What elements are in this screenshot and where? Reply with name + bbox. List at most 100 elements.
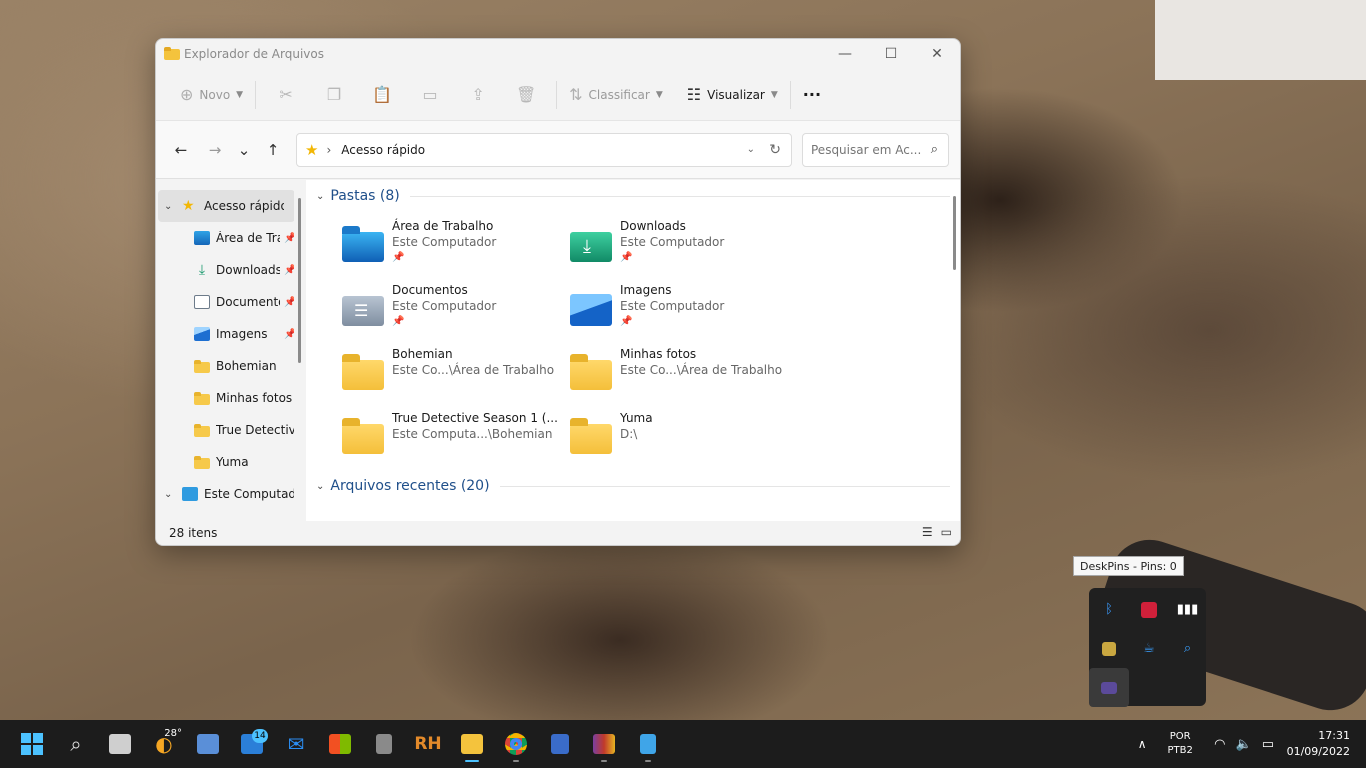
cut-button[interactable]: ✂ (262, 79, 310, 111)
taskbar-app-notepad[interactable] (626, 724, 670, 764)
widgets-button[interactable]: ◐ 28° (142, 724, 186, 764)
folder-tile[interactable]: Documentos Este Computador 📌 (342, 276, 570, 340)
paste-button[interactable]: 📋 (358, 79, 406, 111)
amd-radeon-icon[interactable] (1129, 590, 1169, 629)
quick-settings-button[interactable]: ◠ 🔈 ▭ (1204, 737, 1284, 752)
address-bar[interactable]: ★ › Acesso rápido ⌄ ↻ (296, 132, 792, 167)
search-box[interactable]: ⌕ (802, 132, 949, 167)
chevron-down-icon[interactable]: ⌄ (164, 201, 182, 212)
downloads-folder-icon (570, 226, 612, 262)
chevron-down-icon[interactable]: ⌄ (164, 489, 182, 500)
back-button[interactable]: ← (164, 135, 198, 165)
folder-location: Este Computador (392, 235, 497, 249)
address-dropdown-icon[interactable]: ⌄ (747, 144, 755, 155)
trash-icon: 🗑 (515, 85, 537, 104)
chevron-down-icon[interactable]: ⌄ (316, 191, 324, 202)
content-scrollbar[interactable] (952, 188, 958, 488)
maximize-button[interactable]: ☐ (868, 39, 914, 69)
notification-badge: 14 (252, 729, 268, 743)
task-view-button[interactable] (98, 724, 142, 764)
sidebar-item-label: Acesso rápido (204, 199, 284, 213)
rename-button[interactable]: ▭ (406, 79, 454, 111)
content-area: ⌄ ★ Acesso rápido Área de Trab 📌 ⤓ Downl… (156, 180, 960, 521)
new-button[interactable]: ⊕ Novo ▼ (174, 79, 249, 111)
recent-files-section-header[interactable]: ⌄ Arquivos recentes (20) (316, 470, 960, 502)
taskbar-app-mail[interactable]: ✉ (274, 724, 318, 764)
forward-button[interactable]: → (198, 135, 232, 165)
search-input[interactable] (811, 142, 921, 157)
close-button[interactable]: ✕ (914, 39, 960, 69)
refresh-icon[interactable]: ↻ (769, 142, 781, 158)
folder-icon (342, 418, 384, 454)
search-icon[interactable]: ⌕ (931, 142, 938, 157)
address-text: Acesso rápido (341, 142, 426, 157)
view-button[interactable]: ☷ Visualizar ▼ (681, 79, 784, 111)
taskbar-app-file-explorer[interactable] (450, 724, 494, 764)
audio-meter-icon[interactable]: ▮▮▮ (1169, 590, 1206, 629)
running-indicator (465, 760, 479, 762)
search-button[interactable]: ⌕ (54, 724, 98, 764)
folder-tile[interactable]: Área de Trabalho Este Computador 📌 (342, 212, 570, 276)
taskbar-app-activity[interactable] (186, 724, 230, 764)
taskbar-app-calculator[interactable] (362, 724, 406, 764)
sidebar-item-minhas-fotos[interactable]: Minhas fotos (156, 382, 306, 414)
folder-icon (194, 391, 210, 405)
sidebar-scrollbar[interactable] (294, 180, 306, 521)
folder-tile[interactable]: Imagens Este Computador 📌 (570, 276, 798, 340)
delete-button[interactable]: 🗑 (502, 79, 550, 111)
search-tray-icon[interactable]: ⌕ (1169, 629, 1206, 668)
sort-button[interactable]: ⇅ Classificar ▼ (563, 79, 669, 111)
taskbar-app-mail-badge[interactable]: 14 (230, 724, 274, 764)
folder-tile[interactable]: Yuma D:\ (570, 404, 798, 468)
sidebar-item-label: Documento (216, 295, 280, 309)
sidebar-item-this-pc[interactable]: ⌄ Este Computado (156, 478, 306, 510)
deskpins-icon[interactable] (1089, 668, 1129, 707)
folder-tile[interactable]: True Detective Season 1 (... Este Comput… (342, 404, 570, 468)
view-toggle-group: ☰ ▭ (922, 525, 952, 539)
minimize-button[interactable]: — (822, 39, 868, 69)
tiles-view-icon[interactable]: ▭ (941, 525, 952, 539)
bluetooth-icon[interactable]: ᛒ (1089, 590, 1129, 629)
taskbar-app-chrome[interactable] (494, 724, 538, 764)
show-hidden-icons-button[interactable]: ∧ (1128, 737, 1156, 751)
taskbar-app-rh[interactable]: RH (406, 724, 450, 764)
computer-icon (182, 487, 198, 501)
folder-tile[interactable]: Downloads Este Computador 📌 (570, 212, 798, 276)
recent-locations-button[interactable]: ⌄ (232, 135, 256, 165)
folders-section-header[interactable]: ⌄ Pastas (8) (316, 180, 960, 212)
recent-header-label: Arquivos recentes (20) (330, 478, 490, 494)
wifi-icon: ◠ (1214, 736, 1226, 752)
taskbar-app-store[interactable] (318, 724, 362, 764)
cup-tray-icon[interactable]: ☕ (1129, 629, 1169, 668)
clock[interactable]: 17:31 01/09/2022 (1284, 728, 1366, 760)
more-options-button[interactable]: ··· (797, 79, 827, 111)
folder-name: Documentos (392, 283, 468, 297)
sidebar-item-quick-access[interactable]: ⌄ ★ Acesso rápido (158, 190, 295, 222)
details-view-icon[interactable]: ☰ (922, 525, 933, 539)
windows-logo-icon (21, 733, 43, 755)
sidebar-item-true-detective[interactable]: True Detective S (156, 414, 306, 446)
start-button[interactable] (10, 724, 54, 764)
sidebar-item-desktop[interactable]: Área de Trab 📌 (156, 222, 306, 254)
folder-tile[interactable]: Minhas fotos Este Co...\Área de Trabalho (570, 340, 798, 404)
taskbar-app-winrar[interactable] (582, 724, 626, 764)
copy-button[interactable]: ❐ (310, 79, 358, 111)
mail-icon: ✉ (287, 732, 305, 756)
pictures-icon (194, 327, 210, 341)
taskbar-app-editor[interactable] (538, 724, 582, 764)
folder-location: Este Computador (620, 235, 725, 249)
sidebar-item-pictures[interactable]: Imagens 📌 (156, 318, 306, 350)
share-button[interactable]: ⇪ (454, 79, 502, 111)
sidebar-item-documents[interactable]: Documento 📌 (156, 286, 306, 318)
up-button[interactable]: ↑ (256, 135, 290, 165)
folder-tile[interactable]: Bohemian Este Co...\Área de Trabalho (342, 340, 570, 404)
sidebar-item-yuma[interactable]: Yuma (156, 446, 306, 478)
language-indicator[interactable]: POR PTB2 (1156, 730, 1204, 758)
folder-name: Imagens (620, 283, 672, 297)
sidebar-item-bohemian[interactable]: Bohemian (156, 350, 306, 382)
chevron-down-icon[interactable]: ⌄ (316, 481, 324, 492)
app-tray-icon[interactable] (1089, 629, 1129, 668)
clock-date: 01/09/2022 (1286, 745, 1350, 758)
title-bar[interactable]: Explorador de Arquivos — ☐ ✕ (156, 39, 960, 69)
sidebar-item-downloads[interactable]: ⤓ Downloads 📌 (156, 254, 306, 286)
